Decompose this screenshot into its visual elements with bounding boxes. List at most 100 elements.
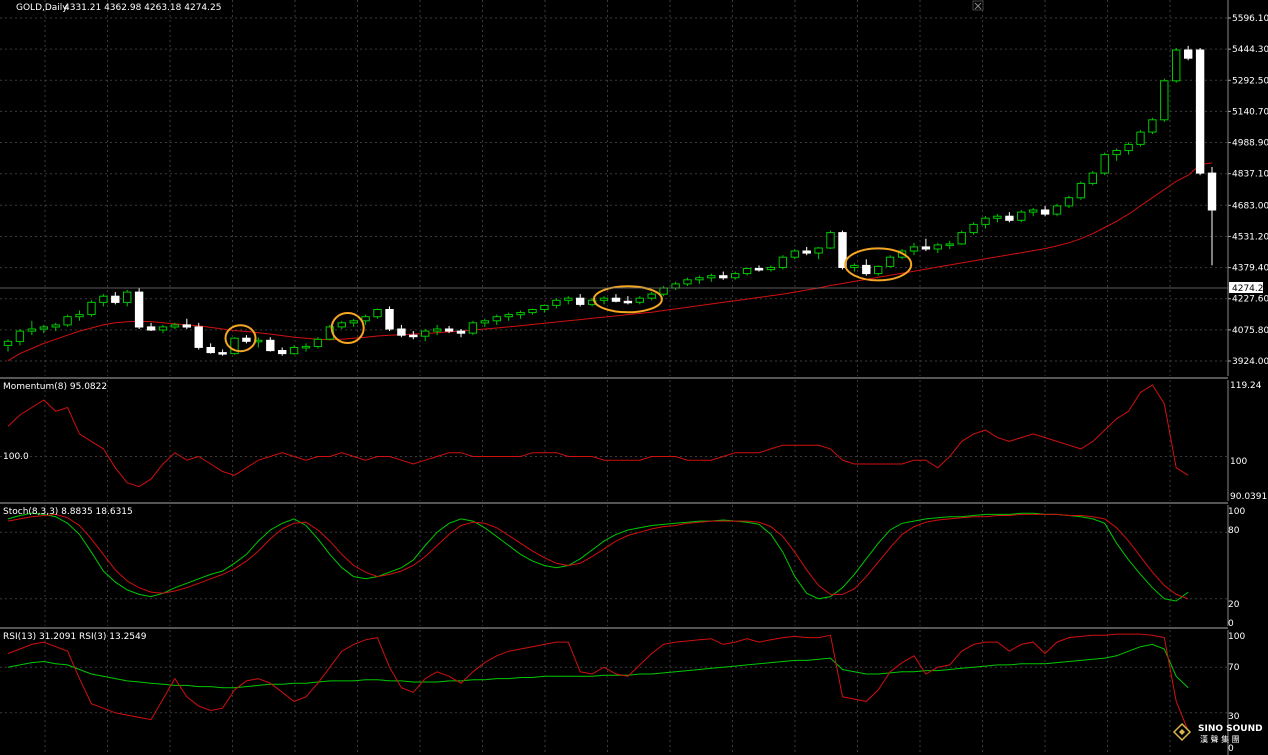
candle	[1136, 130, 1145, 147]
rsi-axis-100: 100	[1228, 632, 1245, 642]
bull-candle-body	[158, 326, 168, 331]
stochastic-title: Stoch(8,3,3) 8.8835 18.6315	[3, 507, 133, 517]
price-axis-label: 5444.30	[1232, 45, 1268, 55]
candle	[1100, 152, 1109, 176]
bull-candle-body	[361, 316, 370, 322]
bull-candle-body	[874, 265, 883, 275]
bear-candle-body	[576, 297, 585, 305]
bear-candle-body	[266, 339, 275, 352]
price-axis-label: 4379.40	[1232, 264, 1268, 274]
bull-candle-body	[1088, 172, 1097, 184]
price-axis-label: 3924.00	[1232, 357, 1268, 367]
bull-candle-body	[659, 287, 668, 295]
bull-candle-body	[540, 304, 549, 310]
bull-candle-body	[695, 277, 704, 281]
candle	[1064, 195, 1074, 208]
candle	[1195, 47, 1205, 176]
bull-candle-body	[1017, 211, 1026, 221]
bear-candle-body	[921, 246, 931, 250]
bull-candle-body	[504, 314, 513, 318]
bull-candle-body	[1029, 209, 1038, 213]
bear-candle-body	[385, 309, 394, 330]
bull-candle-body	[552, 299, 561, 306]
bear-candle-body	[1195, 49, 1205, 174]
bear-candle-body	[1184, 49, 1193, 59]
bear-candle-body	[111, 295, 120, 303]
candle	[1088, 171, 1097, 186]
bull-candle-body	[421, 330, 430, 337]
candle	[63, 314, 72, 327]
bear-candle-body	[182, 324, 192, 328]
candle	[1172, 47, 1181, 83]
bull-candle-body	[63, 316, 72, 326]
bull-candle-body	[170, 324, 180, 328]
bull-candle-body	[564, 297, 573, 301]
bull-candle-body	[468, 322, 478, 334]
candle	[134, 287, 144, 329]
price-axis-label: 4837.10	[1232, 170, 1268, 180]
bear-candle-body	[134, 291, 144, 328]
bull-candle-body	[123, 291, 132, 303]
bull-candle-body	[647, 293, 656, 299]
bull-candle-body	[75, 314, 84, 318]
bear-candle-body	[623, 300, 633, 304]
bull-candle-body	[27, 328, 37, 332]
bull-candle-body	[51, 324, 60, 328]
bull-candle-body	[349, 320, 358, 324]
bull-candle-body	[909, 246, 919, 252]
candle	[194, 322, 203, 350]
bear-candle-body	[397, 328, 406, 336]
rsi-axis-0: 0	[1228, 744, 1234, 754]
bull-candle-body	[39, 326, 48, 330]
bull-candle-body	[790, 250, 799, 258]
bear-candle-body	[409, 334, 418, 338]
bull-candle-body	[742, 268, 752, 275]
bull-candle-body	[1148, 119, 1157, 133]
candle	[468, 320, 478, 336]
candle	[230, 337, 239, 355]
bull-candle-body	[1100, 154, 1109, 174]
momentum-axis-max: 119.24	[1230, 381, 1262, 391]
trading-chart[interactable]: GOLD,Daily 4331.21 4362.98 4263.18 4274.…	[0, 0, 1268, 755]
bear-candle-body	[1005, 215, 1014, 221]
bull-candle-body	[766, 267, 776, 271]
rsi-title: RSI(13) 31.2091 RSI(3) 13.2549	[3, 632, 147, 642]
bull-candle-body	[1064, 197, 1074, 207]
momentum-level-label: 100.0	[3, 452, 29, 462]
bull-candle-body	[1172, 49, 1181, 82]
price-axis-label: 5292.50	[1232, 76, 1268, 86]
stochastic-axis-100: 100	[1228, 507, 1245, 517]
price-axis-label: 4075.80	[1232, 326, 1268, 336]
bull-candle-body	[337, 322, 347, 328]
candle	[313, 337, 323, 349]
bear-candle-body	[611, 297, 621, 302]
bull-candle-body	[528, 309, 537, 314]
bull-candle-body	[1076, 182, 1086, 199]
bull-candle-body	[826, 232, 835, 249]
bull-candle-body	[1052, 205, 1062, 215]
bull-candle-body	[433, 328, 442, 332]
bull-candle-body	[599, 297, 609, 301]
bear-candle-body	[1207, 172, 1217, 211]
bull-candle-body	[993, 215, 1002, 219]
price-axis-label: 4227.60	[1232, 295, 1268, 305]
symbol-timeframe: GOLD,Daily	[16, 3, 68, 13]
bull-candle-body	[814, 247, 823, 254]
bull-candle-body	[480, 320, 490, 324]
bull-candle-body	[87, 301, 96, 316]
bull-candle-body	[492, 316, 502, 322]
bull-candle-body	[671, 283, 680, 289]
bull-candle-body	[99, 295, 108, 303]
bear-candle-body	[444, 328, 454, 332]
window-close-icon[interactable]	[972, 0, 984, 11]
ohlc-values: 4331.21 4362.98 4263.18 4274.25	[64, 3, 221, 13]
current-price-label: 4274.25	[1232, 284, 1268, 294]
rsi-axis-70: 70	[1228, 663, 1240, 673]
bear-candle-body	[146, 326, 156, 331]
bull-candle-body	[731, 273, 740, 279]
bear-candle-body	[194, 326, 203, 348]
price-axis-label: 4683.00	[1232, 201, 1268, 211]
candle	[87, 300, 96, 317]
bull-candle-body	[301, 345, 311, 349]
candle	[885, 255, 895, 268]
